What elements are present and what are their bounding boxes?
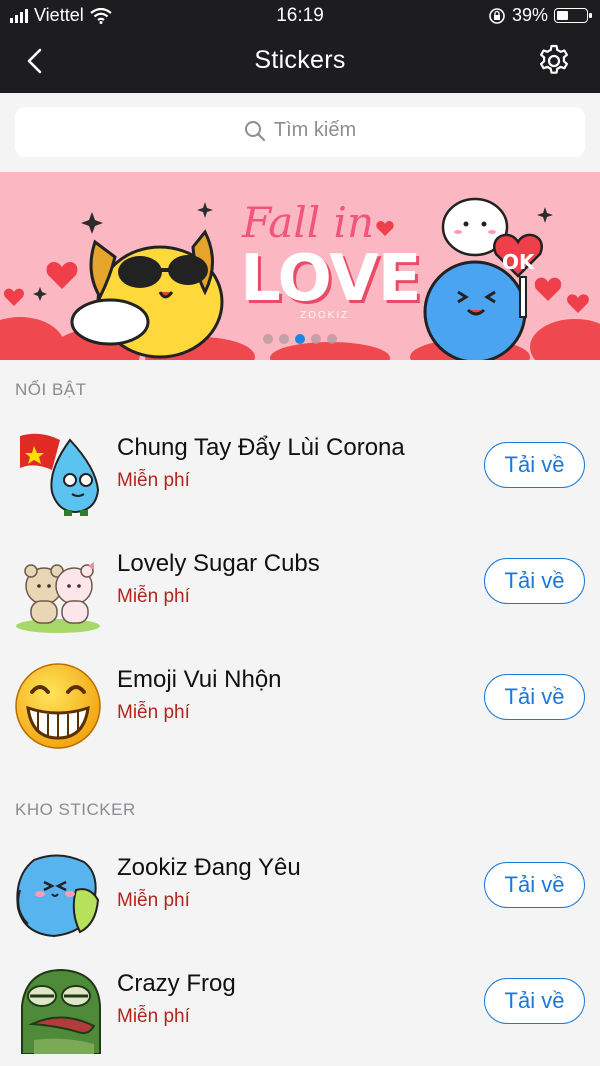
search-placeholder: Tìm kiếm [273,119,357,141]
download-button[interactable]: Tải về [484,978,585,1024]
nav-header: Stickers [0,30,600,93]
status-bar: Viettel 16:19 39% [0,0,600,30]
sticker-price: Miễn phí [117,1006,190,1027]
download-button[interactable]: Tải về [484,862,585,908]
download-button[interactable]: Tải về [484,442,585,488]
sugar-cubs-sticker-thumbnail [16,562,100,633]
sticker-name: Crazy Frog [117,970,236,997]
download-button[interactable]: Tải về [484,674,585,720]
sticker-name: Lovely Sugar Cubs [117,550,320,577]
frog-sticker-thumbnail [21,968,101,1054]
emoji-sticker-thumbnail [15,663,101,749]
sticker-name: Chung Tay Đẩy Lùi Corona [117,434,405,461]
list-item[interactable]: Chung Tay Đẩy Lùi Corona Miễn phí Tải về [0,412,600,528]
list-item[interactable]: Lovely Sugar Cubs Miễn phí Tải về [0,528,600,644]
banner-brand: ZOOKIZ [300,310,350,321]
search-area: Tìm kiếm [0,93,600,172]
sticker-price: Miễn phí [117,470,190,491]
search-icon [244,120,265,141]
rotation-lock-icon [489,7,505,24]
battery-icon [554,8,592,23]
sticker-price: Miễn phí [117,890,190,911]
carousel-dot[interactable] [295,334,305,344]
battery-fill [557,11,568,20]
promo-banner[interactable]: OK Fall in LOVE ZOOKIZ [0,172,600,360]
battery-percent: 39% [511,5,548,25]
carousel-dot[interactable] [327,334,337,344]
store-section: KHO STICKER Zookiz Đang Yêu Miễn phí Tải… [0,760,600,1066]
zookiz-sticker-thumbnail [16,854,100,938]
section-label-store: KHO STICKER [15,800,136,819]
carousel-dot[interactable] [311,334,321,344]
gear-icon[interactable] [536,43,572,79]
download-button[interactable]: Tải về [484,558,585,604]
banner-title-script: Fall in [242,198,375,247]
carousel-dots[interactable] [0,334,600,344]
list-item[interactable]: Zookiz Đang Yêu Miễn phí Tải về [0,832,600,948]
sticker-name: Emoji Vui Nhộn [117,666,282,693]
corona-sticker-thumbnail [20,433,100,516]
carousel-dot[interactable] [263,334,273,344]
list-item[interactable]: Crazy Frog Miễn phí Tải về [0,948,600,1064]
page-title: Stickers [254,46,346,74]
carousel-dot[interactable] [279,334,289,344]
search-input[interactable]: Tìm kiếm [15,107,585,157]
section-label-featured: NỔI BẬT [15,380,87,399]
sticker-name: Zookiz Đang Yêu [117,854,301,881]
banner-title-main: LOVE [240,242,421,316]
sticker-price: Miễn phí [117,586,190,607]
list-item[interactable]: Emoji Vui Nhộn Miễn phí Tải về [0,644,600,760]
sticker-price: Miễn phí [117,702,190,723]
banner-ok-badge: OK [502,250,536,274]
featured-section: NỔI BẬT Chung Tay Đẩy Lùi Corona Miễn ph… [0,360,600,760]
